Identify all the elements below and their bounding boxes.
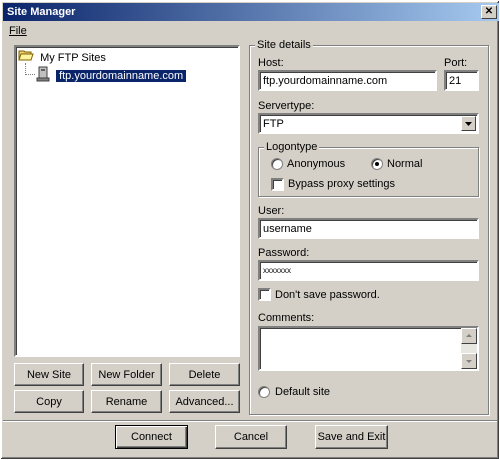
copy-button[interactable]: Copy	[14, 390, 84, 413]
password-label: Password:	[258, 247, 310, 259]
port-label: Port:	[444, 57, 468, 69]
servertype-value: FTP	[263, 118, 284, 130]
advanced-button[interactable]: Advanced...	[169, 390, 240, 413]
new-site-button[interactable]: New Site	[14, 363, 84, 386]
title-bar[interactable]: Site Manager ✕	[3, 3, 499, 21]
normal-radio[interactable]	[371, 158, 383, 170]
tree-child-label: ftp.yourdomainname.com	[56, 70, 187, 83]
dont-save-password-label[interactable]: Don't save password.	[275, 289, 380, 302]
delete-button[interactable]: Delete	[169, 363, 240, 386]
tree-connector	[25, 74, 35, 75]
cancel-button[interactable]: Cancel	[215, 425, 287, 449]
bypass-proxy-label[interactable]: Bypass proxy settings	[288, 178, 395, 191]
close-button[interactable]: ✕	[481, 5, 497, 19]
servertype-select[interactable]: FTP	[258, 113, 479, 134]
comments-label: Comments:	[258, 312, 315, 324]
site-details-label: Site details	[255, 39, 313, 51]
logontype-label: Logontype	[264, 141, 320, 153]
open-folder-icon	[18, 49, 34, 67]
menu-bar: File	[5, 23, 31, 39]
host-label: Host:	[258, 57, 284, 70]
site-manager-window: Site Manager ✕ File My FTP Sites ftp.you…	[0, 0, 500, 460]
anonymous-label[interactable]: Anonymous	[287, 158, 345, 171]
bypass-proxy-checkbox[interactable]	[271, 178, 284, 191]
new-folder-button[interactable]: New Folder	[91, 363, 162, 386]
host-input[interactable]: ftp.yourdomainname.com	[258, 70, 437, 91]
chevron-down-icon	[465, 122, 472, 126]
save-and-exit-button[interactable]: Save and Exit	[315, 425, 388, 449]
dont-save-password-checkbox[interactable]	[258, 288, 271, 301]
close-icon: ✕	[484, 6, 494, 17]
scroll-down-button[interactable]	[461, 353, 477, 369]
arrow-up-icon	[466, 334, 472, 337]
comments-scrollbar[interactable]	[461, 328, 477, 369]
user-input[interactable]: username	[258, 218, 479, 239]
normal-label[interactable]: Normal	[387, 158, 422, 171]
tree-root-label: My FTP Sites	[40, 51, 106, 64]
default-site-radio[interactable]	[258, 386, 270, 398]
footer-divider	[3, 420, 497, 422]
connect-button[interactable]: Connect	[115, 425, 188, 449]
password-input[interactable]: xxxxxxx	[258, 260, 479, 281]
menu-file[interactable]: File	[5, 25, 31, 37]
site-tree[interactable]: My FTP Sites ftp.yourdomainname.com	[14, 45, 240, 357]
arrow-down-icon	[466, 360, 472, 363]
servertype-label: Servertype:	[258, 100, 315, 112]
default-site-label[interactable]: Default site	[275, 386, 330, 399]
host-label-text: Host:	[258, 57, 284, 69]
anonymous-radio[interactable]	[271, 158, 283, 170]
window-title: Site Manager	[7, 6, 76, 18]
user-label: User:	[258, 205, 285, 217]
port-input[interactable]: 21	[444, 70, 479, 91]
dropdown-button[interactable]	[461, 116, 476, 131]
scroll-up-button[interactable]	[461, 328, 477, 344]
computer-icon	[36, 66, 50, 87]
comments-textarea[interactable]	[258, 326, 479, 371]
tree-item-site[interactable]: ftp.yourdomainname.com	[36, 66, 187, 83]
rename-button[interactable]: Rename	[91, 390, 162, 413]
tree-item-my-ftp-sites[interactable]: My FTP Sites	[18, 49, 106, 65]
